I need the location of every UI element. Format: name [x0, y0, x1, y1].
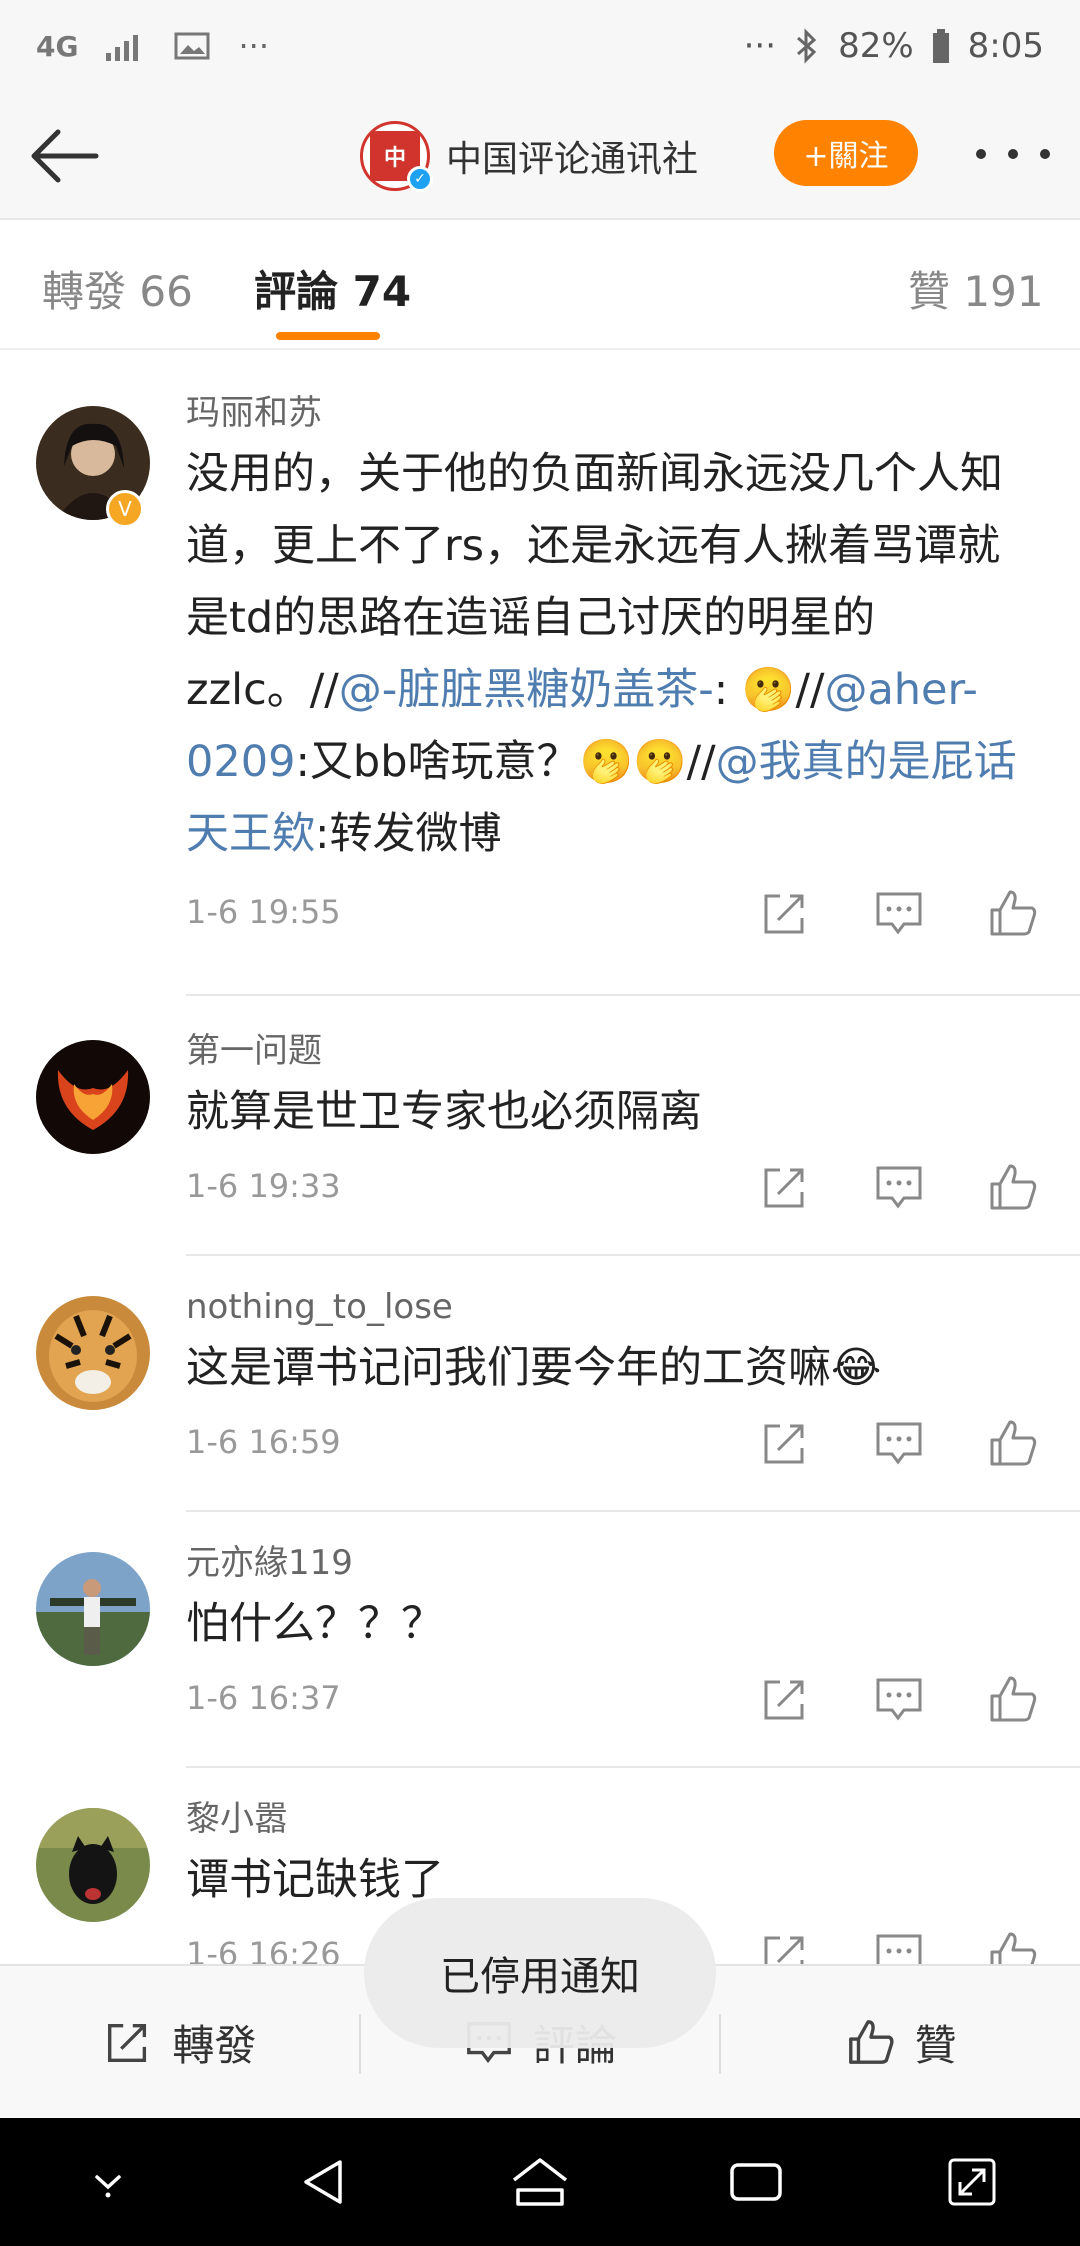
comment-icon[interactable] — [872, 1416, 926, 1470]
repost-icon[interactable] — [758, 1928, 812, 1964]
app-header: 中 ✓ 中国评论通讯社 +關注 — [0, 92, 1080, 220]
signal-icon — [106, 35, 139, 61]
repost-icon[interactable] — [758, 886, 812, 940]
active-tab-indicator — [276, 332, 380, 340]
repost-icon[interactable] — [758, 1416, 812, 1470]
like-icon[interactable] — [986, 1672, 1040, 1726]
back-nav-icon[interactable] — [279, 2137, 369, 2227]
comment-time: 1-6 19:33 — [186, 1167, 341, 1205]
comment-text: 就算是世卫专家也必须隔离 — [186, 1087, 702, 1137]
username[interactable]: 元亦緣119 — [186, 1538, 1040, 1588]
more-notifications-indicator: ··· — [238, 27, 269, 65]
account-header[interactable]: 中 ✓ 中国评论通讯社 — [360, 112, 698, 200]
image-icon — [174, 32, 210, 60]
comment-list[interactable]: V 玛丽和苏 没用的，关于他的负面新闻永远没几个人知道，更上不了rs，还是永远有… — [0, 352, 1080, 1964]
like-icon[interactable] — [986, 1928, 1040, 1964]
like-icon[interactable] — [986, 886, 1040, 940]
username[interactable]: 第一问题 — [186, 1026, 1040, 1076]
comment-icon[interactable] — [872, 1928, 926, 1964]
comment-text: 没用的，关于他的负面新闻永远没几个人知道，更上不了rs，还是永远有人揪着骂谭就是… — [186, 449, 1017, 859]
arrow-left-icon — [31, 129, 99, 183]
status-dots: ··· — [743, 26, 777, 66]
username[interactable]: 玛丽和苏 — [186, 388, 1040, 438]
hide-keyboard-icon[interactable] — [63, 2137, 153, 2227]
mention-link[interactable]: @-脏脏黑糖奶盖茶- — [339, 665, 714, 715]
status-bar: 4G ··· ··· 82% 8:05 — [0, 0, 1080, 92]
divider — [186, 1254, 1080, 1256]
avatar[interactable] — [36, 1808, 150, 1922]
like-button[interactable]: 贊 — [721, 1966, 1080, 2118]
divider — [186, 1510, 1080, 1512]
username[interactable]: 黎小嚣 — [186, 1794, 1040, 1844]
like-icon[interactable] — [986, 1416, 1040, 1470]
clock: 8:05 — [967, 26, 1044, 66]
divider — [186, 994, 1080, 996]
tab-reposts[interactable]: 轉發 66 — [42, 258, 193, 319]
tab-bar: 轉發 66 評論 74 贊 191 — [0, 220, 1080, 350]
back-button[interactable] — [26, 116, 106, 196]
username[interactable]: nothing_to_lose — [186, 1282, 1040, 1332]
like-icon — [848, 2020, 894, 2064]
like-icon[interactable] — [986, 1160, 1040, 1214]
bluetooth-icon — [797, 28, 817, 64]
repost-icon[interactable] — [758, 1672, 812, 1726]
expand-icon[interactable] — [927, 2137, 1017, 2227]
account-name[interactable]: 中国评论通讯社 — [446, 130, 698, 182]
avatar[interactable] — [36, 1040, 150, 1154]
comment-text: 这是谭书记问我们要今年的工资嘛😂 — [186, 1343, 882, 1393]
toast-notification: 已停用通知 — [364, 1898, 716, 2048]
verified-icon: ✓ — [407, 166, 433, 192]
verified-icon: V — [106, 490, 144, 528]
repost-icon[interactable] — [758, 1160, 812, 1214]
account-avatar[interactable]: 中 ✓ — [360, 121, 433, 192]
comment-text: 怕什么？？？ — [186, 1599, 444, 1649]
comment-icon[interactable] — [872, 886, 926, 940]
comment-time: 1-6 16:59 — [186, 1423, 341, 1461]
repost-button[interactable]: 轉發 — [0, 1966, 359, 2118]
comment-time: 1-6 19:55 — [186, 893, 341, 931]
avatar[interactable] — [36, 1296, 150, 1410]
divider — [186, 1766, 1080, 1768]
tab-comments[interactable]: 評論 74 — [254, 258, 411, 319]
comment-icon[interactable] — [872, 1672, 926, 1726]
avatar[interactable] — [36, 1552, 150, 1666]
comment-time: 1-6 16:37 — [186, 1679, 341, 1717]
network-indicator: 4G — [36, 29, 79, 63]
battery-percent: 82% — [838, 26, 914, 66]
system-nav-bar — [0, 2118, 1080, 2246]
follow-button[interactable]: +關注 — [774, 120, 918, 186]
battery-icon — [932, 29, 949, 63]
repost-icon — [108, 2023, 147, 2062]
home-nav-icon[interactable] — [495, 2137, 585, 2227]
more-options-icon[interactable] — [976, 134, 1050, 174]
tab-likes[interactable]: 贊 191 — [908, 258, 1044, 319]
recent-apps-icon[interactable] — [711, 2137, 801, 2227]
comment-icon[interactable] — [872, 1160, 926, 1214]
comment-time: 1-6 16:26 — [186, 1935, 341, 1964]
